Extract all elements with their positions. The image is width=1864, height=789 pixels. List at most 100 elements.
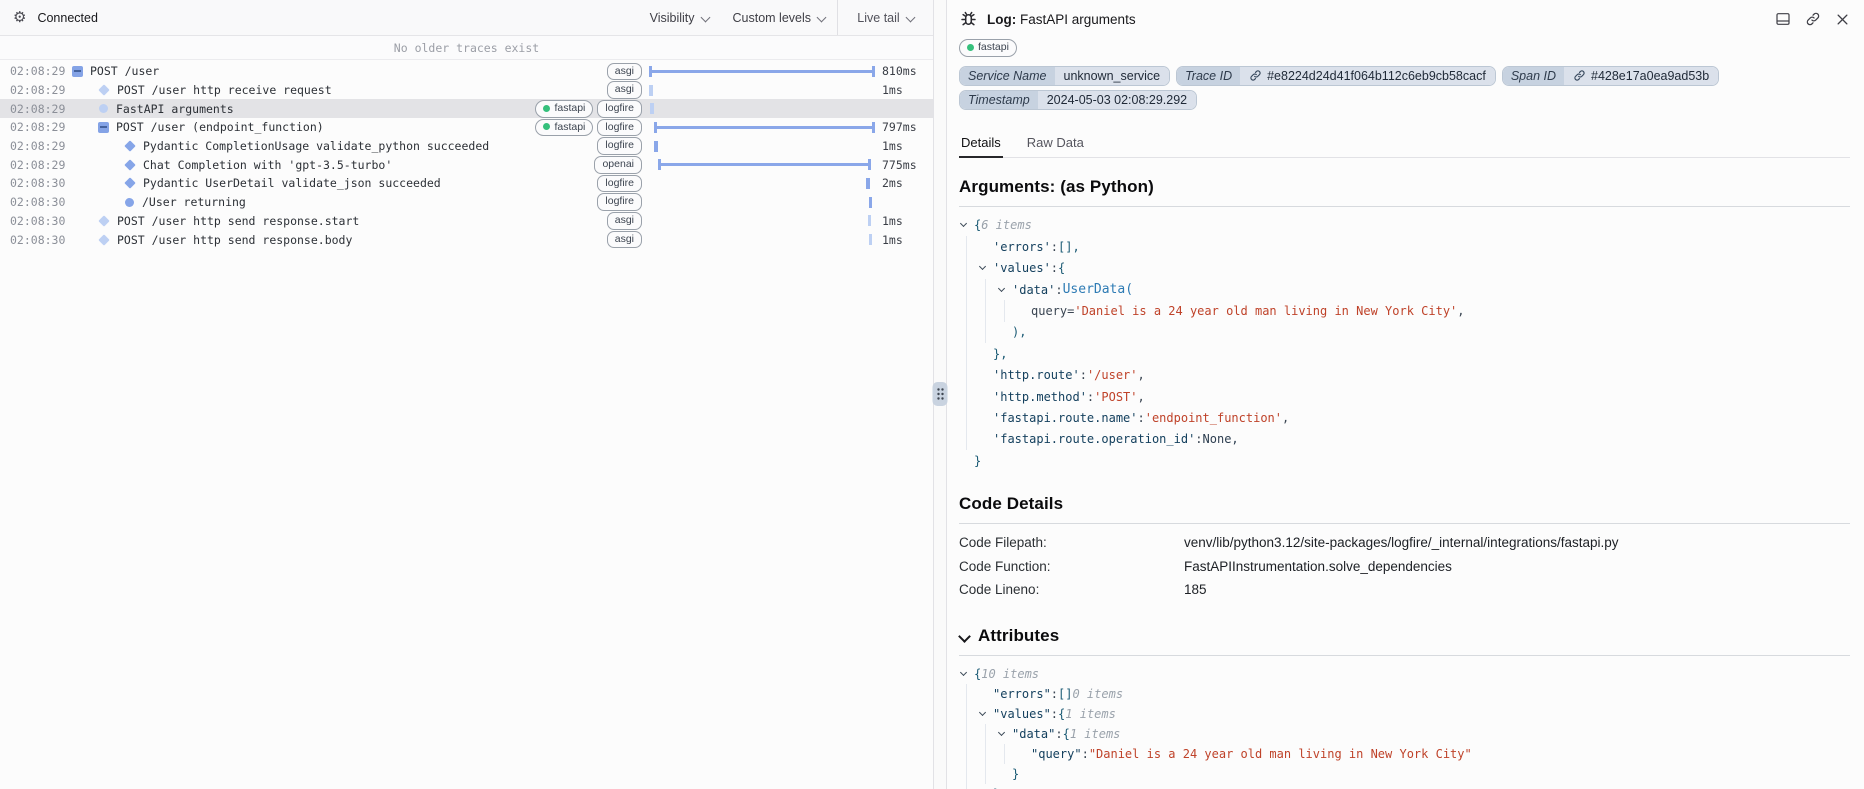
code-detail-row: Code Function:FastAPIInstrumentation.sol…: [959, 555, 1850, 578]
timestamp-badge: Timestamp2024-05-03 02:08:29.292: [959, 90, 1197, 110]
trace-timestamp: 02:08:29: [0, 158, 66, 172]
tag-pill-fastapi[interactable]: fastapi: [959, 39, 1017, 57]
trace-row[interactable]: 02:08:29FastAPI argumentsfastapilogfire: [0, 99, 933, 118]
chevron-down-icon[interactable]: [980, 713, 993, 715]
link-icon[interactable]: [1573, 69, 1586, 82]
chevron-down-icon[interactable]: [999, 733, 1012, 735]
trace-row[interactable]: 02:08:30POST /user http send response.st…: [0, 212, 933, 231]
detail-tabs: Details Raw Data: [959, 132, 1850, 158]
trace-timestamp: 02:08:29: [0, 83, 66, 97]
span-label: POST /user http send response.body: [117, 233, 352, 247]
arguments-python-tree: { 6 items'errors': [],'values': {'data':…: [959, 207, 1850, 472]
tag-pill-fastapi: fastapi: [535, 100, 593, 118]
indent-guide: [966, 724, 980, 744]
span-label: FastAPI arguments: [116, 102, 234, 116]
tree-line: 'fastapi.route.name': 'endpoint_function…: [959, 407, 1850, 428]
visibility-dropdown[interactable]: Visibility: [638, 0, 721, 35]
trace-timestamp: 02:08:29: [0, 139, 66, 153]
chevron-down-icon[interactable]: [980, 267, 993, 269]
indent-guide: [985, 322, 999, 343]
trace-row[interactable]: 02:08:29 Pydantic CompletionUsage validat…: [0, 137, 933, 156]
tree-line: 'data': UserData(: [959, 279, 1850, 300]
indent-guide: [966, 407, 980, 428]
gear-icon[interactable]: ⚙: [13, 10, 26, 25]
live-tail-dropdown[interactable]: Live tail: [837, 0, 933, 35]
collapse-minus-icon[interactable]: [72, 66, 83, 77]
duration-bar: [649, 196, 875, 209]
span-label: Pydantic UserDetail validate_json succee…: [143, 176, 441, 190]
trace-timestamp: 02:08:30: [0, 195, 66, 209]
duration-label: 1ms: [875, 214, 933, 228]
badge-label: Span ID: [1503, 67, 1564, 85]
chevron-down-icon[interactable]: [961, 673, 974, 675]
code-detail-value: 185: [1184, 578, 1850, 601]
span-label: /User returning: [142, 195, 246, 209]
tag-list: fastapilogfire: [535, 119, 642, 137]
link-icon[interactable]: [1249, 69, 1262, 82]
tree-line: 'errors': [],: [959, 236, 1850, 257]
tag-pill-logfire: logfire: [597, 100, 642, 118]
trace-row[interactable]: 02:08:30POST /user http send response.bo…: [0, 230, 933, 249]
trace-row[interactable]: 02:08:29POST /user http receive requesta…: [0, 81, 933, 100]
trace-row[interactable]: 02:08:30Pydantic UserDetail validate_jso…: [0, 174, 933, 193]
no-older-traces-notice: No older traces exist: [0, 36, 933, 60]
drag-handle-icon[interactable]: [933, 382, 948, 406]
tag-pill-logfire: logfire: [597, 119, 642, 137]
app-root: ⚙ Connected Visibility Custom levels Liv…: [0, 0, 1864, 789]
indent-guide: [966, 279, 980, 300]
span-label: POST /user (endpoint_function): [116, 120, 324, 134]
tab-raw-data[interactable]: Raw Data: [1025, 132, 1086, 158]
duration-label: 810ms: [875, 64, 933, 78]
duration-bar: [649, 158, 875, 171]
collapse-minus-icon[interactable]: [98, 122, 109, 133]
span-diamond-icon: [98, 215, 109, 226]
duration-label: 1ms: [875, 139, 933, 153]
custom-levels-dropdown[interactable]: Custom levels: [721, 0, 838, 35]
duration-label: 1ms: [875, 83, 933, 97]
badge-value: unknown_service: [1055, 67, 1170, 85]
indent-guide: [966, 343, 980, 364]
trace-row[interactable]: 02:08:30/User returninglogfire: [0, 193, 933, 212]
span-label-cell: /User returning: [66, 195, 597, 209]
duration-bar: [649, 214, 875, 227]
indent-guide: [966, 784, 980, 789]
span-label-cell: POST /user http receive request: [66, 83, 607, 97]
toolbar-menus: Visibility Custom levels Live tail: [638, 0, 933, 35]
trace-row[interactable]: 02:08:29POST /user (endpoint_function)fa…: [0, 118, 933, 137]
badge-row: Service Nameunknown_serviceTrace ID#e822…: [959, 66, 1850, 86]
indent-guide: [966, 258, 980, 279]
duration-bar: [649, 140, 875, 153]
tree-line: 'http.route': '/user',: [959, 365, 1850, 386]
indent-guide: [966, 322, 980, 343]
trace-row[interactable]: 02:08:29Chat Completion with 'gpt-3.5-tu…: [0, 155, 933, 174]
tag-list: logfire: [597, 137, 642, 155]
indent-guide: [966, 300, 980, 321]
badge-label: Trace ID: [1177, 67, 1240, 85]
header-actions: [1775, 11, 1850, 27]
span-diamond-icon: [124, 159, 135, 170]
tab-details[interactable]: Details: [959, 132, 1003, 158]
chevron-down-icon[interactable]: [999, 289, 1012, 291]
panel-divider[interactable]: [933, 0, 947, 789]
panel-bottom-icon[interactable]: [1775, 11, 1791, 27]
span-diamond-icon: [124, 140, 135, 151]
trace-row[interactable]: 02:08:29POST /userasgi810ms: [0, 62, 933, 81]
duration-bar: [649, 233, 875, 246]
link-icon[interactable]: [1805, 11, 1821, 27]
code-details-heading: Code Details: [959, 494, 1850, 514]
trace-timestamp: 02:08:29: [0, 64, 66, 78]
tree-line: { 10 items: [959, 664, 1850, 684]
span-label-cell: POST /user: [66, 64, 607, 78]
collapse-chevron-icon[interactable]: [959, 631, 970, 642]
chevron-down-icon[interactable]: [961, 224, 974, 226]
metadata-badges: Service Nameunknown_serviceTrace ID#e822…: [959, 66, 1850, 110]
tag-list: asgi: [607, 231, 642, 249]
close-icon[interactable]: [1835, 12, 1850, 27]
arguments-heading: Arguments: (as Python): [959, 177, 1850, 197]
code-detail-value: venv/lib/python3.12/site-packages/logfir…: [1184, 531, 1850, 554]
detail-panel: Log: FastAPI arguments fastapi Servi: [947, 0, 1864, 789]
attributes-json-tree: { 10 items"errors": [] 0 items"values": …: [959, 656, 1850, 789]
span-label: Pydantic CompletionUsage validate_python…: [143, 139, 489, 153]
green-dot-icon: [967, 44, 974, 51]
badge-row: Timestamp2024-05-03 02:08:29.292: [959, 90, 1850, 110]
